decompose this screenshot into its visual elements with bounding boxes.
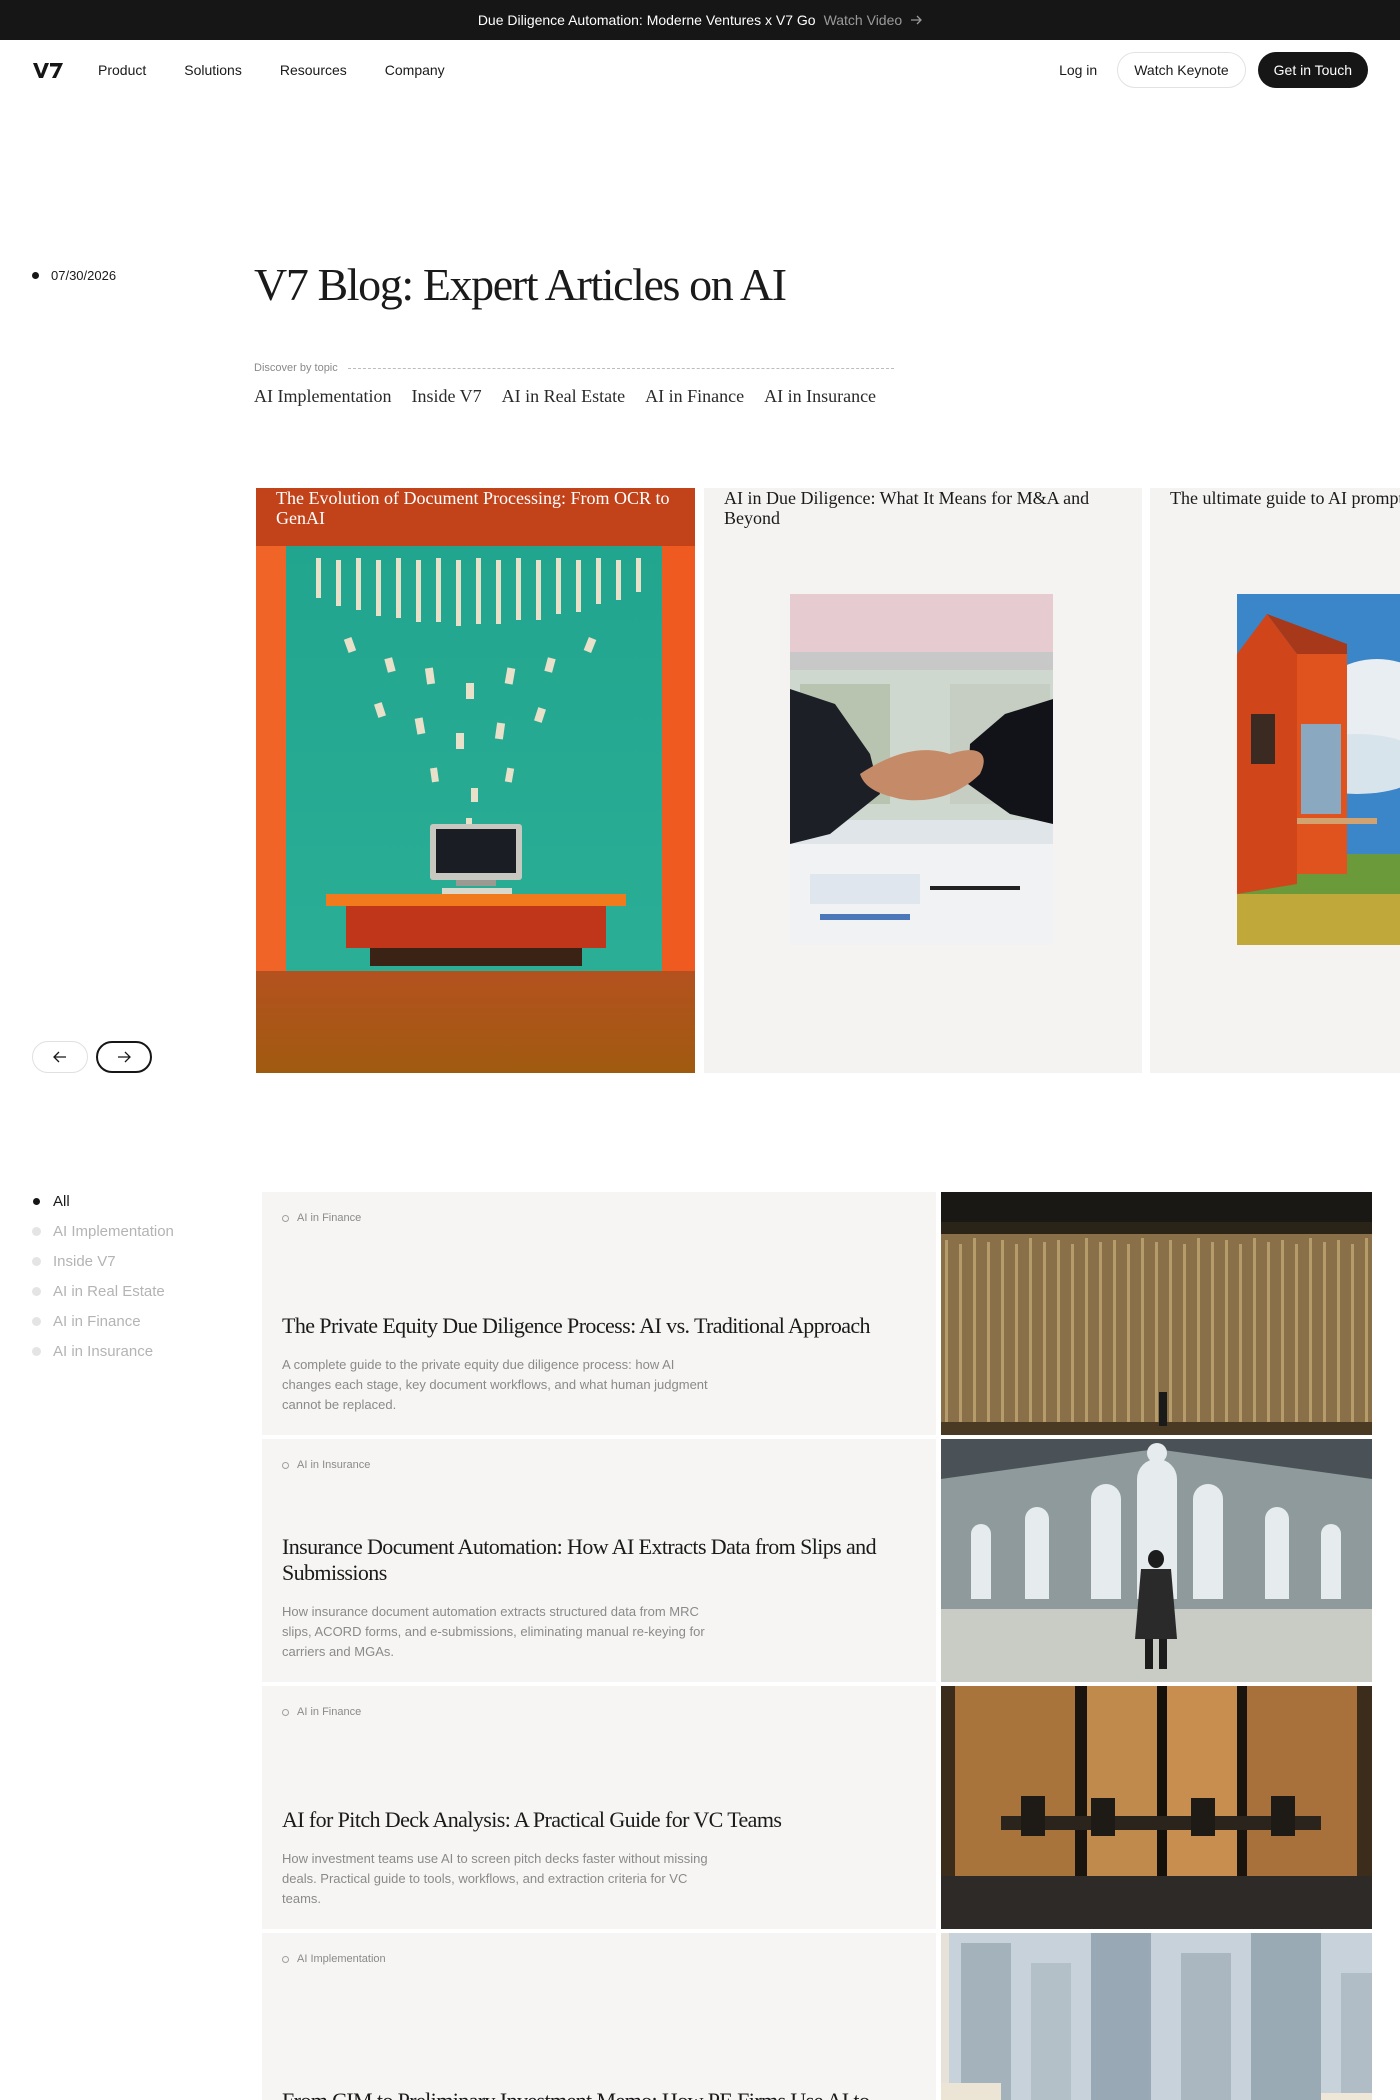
bullet-dot <box>32 272 39 279</box>
archive-shelves-photo <box>941 1192 1372 1435</box>
article-text: AI in Finance The Private Equity Due Dil… <box>262 1192 936 1435</box>
tag-label: AI in Finance <box>297 1706 362 1718</box>
filter-label: AI in Finance <box>53 1312 141 1330</box>
article-card[interactable]: AI in Insurance Insurance Document Autom… <box>262 1439 1372 1682</box>
article-body: Insurance Document Automation: How AI Ex… <box>282 1534 916 1662</box>
nav-actions: Log in Watch Keynote Get in Touch <box>1059 52 1368 88</box>
tag-ring-icon <box>282 1955 289 1963</box>
city-window-photo <box>941 1933 1372 2100</box>
filter-dot <box>32 1226 41 1236</box>
filter-dot <box>32 1256 41 1266</box>
article-title: The Private Equity Due Diligence Process… <box>282 1313 871 1338</box>
article-description: How insurance document automation extrac… <box>282 1604 705 1659</box>
article-title: From CIM to Preliminary Investment Memo:… <box>282 2088 916 2100</box>
boardroom-photo <box>941 1686 1372 1929</box>
topic-inside-v7[interactable]: Inside V7 <box>411 386 481 407</box>
nav-links: Product Solutions Resources Company <box>98 62 445 78</box>
watch-video-label: Watch Video <box>823 12 903 28</box>
office-room-illustration <box>256 488 695 1073</box>
arrow-left-icon <box>53 1051 66 1063</box>
article-tag: AI in Finance <box>282 1706 361 1718</box>
article-body: AI for Pitch Deck Analysis: A Practical … <box>282 1807 916 1909</box>
filter-label: AI in Real Estate <box>53 1282 165 1300</box>
carousel-controls <box>32 1041 152 1073</box>
announcement-text: Due Diligence Automation: Moderne Ventur… <box>477 12 816 28</box>
topic-ai-in-finance[interactable]: AI in Finance <box>645 386 744 407</box>
article-card[interactable]: AI Implementation From CIM to Preliminar… <box>262 1933 1372 2100</box>
topic-ai-in-real-estate[interactable]: AI in Real Estate <box>502 386 625 407</box>
article-card[interactable]: AI in Finance AI for Pitch Deck Analysis… <box>262 1686 1372 1929</box>
tag-ring-icon <box>282 1214 289 1222</box>
article-card[interactable]: AI in Finance The Private Equity Due Dil… <box>262 1192 1372 1435</box>
main-nav: Product Solutions Resources Company Log … <box>0 40 1400 100</box>
nav-product[interactable]: Product <box>98 62 146 78</box>
filter-ai-in-real-estate[interactable]: AI in Real Estate <box>32 1282 174 1300</box>
topic-ai-implementation[interactable]: AI Implementation <box>254 386 391 407</box>
carousel-next-button[interactable] <box>96 1041 152 1073</box>
filter-dot <box>32 1316 41 1326</box>
tag-label: AI in Insurance <box>297 1459 371 1471</box>
filter-dot <box>32 1346 41 1356</box>
featured-card-due-diligence[interactable]: AI in Due Diligence: What It Means for M… <box>704 488 1142 1073</box>
watch-keynote-button[interactable]: Watch Keynote <box>1117 52 1246 88</box>
article-description: A complete guide to the private equity d… <box>282 1357 708 1412</box>
article-tag: AI in Finance <box>282 1212 361 1224</box>
gothic-hall-photo <box>941 1439 1372 1682</box>
publish-date: 07/30/2026 <box>32 268 116 283</box>
tag-ring-icon <box>282 1461 289 1469</box>
dashed-divider <box>347 367 894 369</box>
carousel-prev-button[interactable] <box>32 1041 88 1073</box>
filter-all[interactable]: All <box>32 1192 174 1210</box>
article-text: AI Implementation From CIM to Preliminar… <box>262 1933 936 2100</box>
filter-label: All <box>53 1192 70 1210</box>
article-title: AI for Pitch Deck Analysis: A Practical … <box>282 1807 782 1832</box>
watch-video-link[interactable]: Watch Video <box>824 12 923 28</box>
featured-title: AI in Due Diligence: What It Means for M… <box>724 488 1090 528</box>
get-in-touch-button[interactable]: Get in Touch <box>1257 52 1368 88</box>
page-title: V7 Blog: Expert Articles on AI <box>254 259 787 310</box>
filter-ai-in-finance[interactable]: AI in Finance <box>32 1312 174 1330</box>
filter-label: AI in Insurance <box>53 1342 154 1360</box>
discover-by-topic: Discover by topic <box>254 362 894 374</box>
v7-logo[interactable] <box>32 60 64 80</box>
filter-dot <box>32 1286 41 1296</box>
filter-ai-in-insurance[interactable]: AI in Insurance <box>32 1342 174 1360</box>
house-illustration <box>1237 594 1400 945</box>
tag-label: AI in Finance <box>297 1212 362 1224</box>
filter-label: AI Implementation <box>53 1222 174 1240</box>
discover-label: Discover by topic <box>254 362 338 374</box>
nav-company[interactable]: Company <box>385 62 445 78</box>
category-filters: All AI Implementation Inside V7 AI in Re… <box>32 1192 174 1360</box>
filter-dot <box>33 1197 40 1205</box>
article-body: From CIM to Preliminary Investment Memo:… <box>282 2088 916 2100</box>
filter-inside-v7[interactable]: Inside V7 <box>32 1252 174 1270</box>
topic-links: AI Implementation Inside V7 AI in Real E… <box>254 386 876 407</box>
featured-title: The Evolution of Document Processing: Fr… <box>276 488 670 528</box>
filter-label: Inside V7 <box>53 1252 116 1270</box>
article-body: The Private Equity Due Diligence Process… <box>282 1313 916 1415</box>
article-tag: AI in Insurance <box>282 1459 370 1471</box>
article-tag: AI Implementation <box>282 1953 386 1965</box>
filter-ai-implementation[interactable]: AI Implementation <box>32 1222 174 1240</box>
login-link[interactable]: Log in <box>1059 62 1097 78</box>
article-text: AI in Finance AI for Pitch Deck Analysis… <box>262 1686 936 1929</box>
topic-ai-in-insurance[interactable]: AI in Insurance <box>764 386 876 407</box>
handshake-photo <box>790 594 1053 945</box>
announcement-bar: Due Diligence Automation: Moderne Ventur… <box>0 0 1400 40</box>
article-text: AI in Insurance Insurance Document Autom… <box>262 1439 936 1682</box>
tag-label: AI Implementation <box>297 1953 386 1965</box>
nav-resources[interactable]: Resources <box>280 62 347 78</box>
arrow-right-icon <box>118 1051 131 1063</box>
nav-solutions[interactable]: Solutions <box>184 62 242 78</box>
arrow-right-icon <box>911 15 923 25</box>
article-title: Insurance Document Automation: How AI Ex… <box>282 1534 877 1585</box>
featured-title: The ultimate guide to AI prompting <box>1170 488 1400 508</box>
featured-card-ai-prompting[interactable]: The ultimate guide to AI prompting <box>1150 488 1400 1073</box>
date-text: 07/30/2026 <box>51 268 117 283</box>
tag-ring-icon <box>282 1708 289 1716</box>
article-description: How investment teams use AI to screen pi… <box>282 1851 708 1906</box>
featured-card-document-processing[interactable]: The Evolution of Document Processing: Fr… <box>256 488 695 1073</box>
